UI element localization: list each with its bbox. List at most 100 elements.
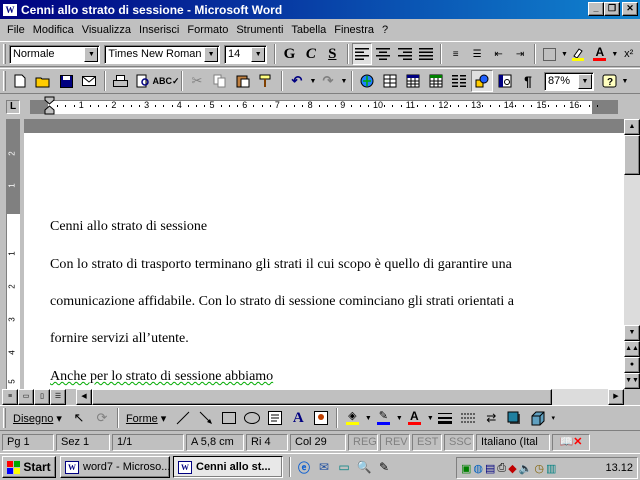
status-overtype[interactable]: SSC — [444, 433, 474, 451]
spellcheck-icon[interactable]: ABC✓ — [152, 70, 179, 92]
draw-menu-button[interactable]: Disegno ▾ — [9, 412, 66, 425]
notepad-icon[interactable]: ✎ — [374, 457, 394, 477]
text-box-icon[interactable] — [264, 407, 286, 429]
chevron-down-icon[interactable]: ▼ — [561, 51, 568, 58]
print-icon[interactable] — [109, 70, 131, 92]
horizontal-ruler[interactable]: L 1 2 3 4 5 6 7 8 9 10 11 12 13 14 15 16 — [0, 96, 640, 118]
font-color-draw-icon[interactable]: A — [403, 407, 425, 429]
tables-borders-icon[interactable] — [379, 70, 401, 92]
menu-file[interactable]: File — [4, 24, 28, 36]
cut-icon[interactable]: ✂ — [186, 70, 208, 92]
minimize-button[interactable]: _ — [588, 2, 604, 16]
justify-icon[interactable] — [416, 43, 436, 65]
new-document-icon[interactable] — [9, 70, 31, 92]
undo-icon[interactable]: ↶ — [286, 70, 308, 92]
3d-icon[interactable] — [526, 407, 548, 429]
online-layout-button[interactable]: ▭ — [18, 389, 34, 405]
normal-view-button[interactable]: ≡ — [2, 389, 18, 405]
font-size-select[interactable]: 14 ▼ — [224, 44, 268, 64]
paste-icon[interactable] — [232, 70, 254, 92]
chevron-down-icon[interactable]: ▼ — [204, 46, 219, 62]
previous-page-button[interactable]: ▲▲ — [624, 341, 640, 357]
dash-style-icon[interactable] — [457, 407, 479, 429]
monitor-icon[interactable]: ▤ — [485, 462, 495, 475]
copy-icon[interactable] — [209, 70, 231, 92]
show-formatting-icon[interactable]: ¶ — [517, 70, 539, 92]
shadow-icon[interactable] — [503, 407, 525, 429]
rectangle-icon[interactable] — [218, 407, 240, 429]
line-style-icon[interactable] — [434, 407, 456, 429]
taskbar-item-cenni[interactable]: W Cenni allo st... — [173, 456, 283, 478]
numbered-list-icon[interactable]: ≡ — [445, 43, 465, 65]
redo-icon[interactable]: ↷ — [317, 70, 339, 92]
status-track-changes[interactable]: REV — [380, 433, 410, 451]
superscript-icon[interactable]: x² — [619, 43, 639, 65]
word-app-icon[interactable]: W — [2, 2, 18, 17]
menu-finestra[interactable]: Finestra — [331, 24, 377, 36]
chevron-down-icon[interactable]: ▼ — [426, 415, 434, 422]
scroll-thumb[interactable] — [624, 135, 640, 175]
font-select[interactable]: Times New Roman ▼ — [104, 44, 221, 64]
drawing-icon[interactable] — [471, 70, 493, 92]
internet-explorer-icon[interactable]: ⓔ — [294, 457, 314, 477]
menu-tabella[interactable]: Tabella — [288, 24, 329, 36]
style-select[interactable]: Normale ▼ — [8, 44, 101, 64]
task-scheduler-icon[interactable]: ◷ — [534, 462, 544, 475]
format-painter-icon[interactable] — [255, 70, 277, 92]
browse-object-button[interactable]: ● — [624, 357, 640, 373]
chevron-down-icon[interactable]: ▼ — [251, 46, 266, 62]
chevron-down-icon[interactable]: ▾ — [549, 414, 557, 422]
chevron-down-icon[interactable]: ▼ — [578, 73, 592, 89]
scroll-down-button[interactable]: ▼ — [624, 325, 640, 341]
office-assistant-icon[interactable]: ? — [598, 70, 620, 92]
align-center-icon[interactable] — [373, 43, 393, 65]
menu-inserisci[interactable]: Inserisci — [136, 24, 182, 36]
toolbar-grip[interactable] — [3, 71, 6, 91]
scroll-right-button[interactable]: ▶ — [608, 389, 624, 405]
bold-button[interactable]: G — [279, 43, 299, 65]
insert-table-icon[interactable] — [402, 70, 424, 92]
borders-icon[interactable] — [539, 43, 559, 65]
find-icon[interactable]: 🔍 — [354, 457, 374, 477]
chevron-down-icon[interactable]: ▼ — [364, 415, 372, 422]
fill-color-icon[interactable]: ◈ — [341, 407, 363, 429]
vertical-scrollbar[interactable]: ▲ ▼ ▲▲ ● ▼▼ — [624, 119, 640, 389]
document-line-3[interactable]: fornire servizi all’utente. — [50, 331, 189, 347]
insert-excel-icon[interactable] — [425, 70, 447, 92]
indent-marker-icon[interactable] — [44, 96, 55, 118]
save-icon[interactable] — [55, 70, 77, 92]
arrow-icon[interactable] — [195, 407, 217, 429]
menu-help[interactable]: ? — [379, 24, 391, 36]
next-page-button[interactable]: ▼▼ — [624, 373, 640, 389]
arrow-style-icon[interactable]: ⇄ — [480, 407, 502, 429]
taskbar-item-word7[interactable]: W word7 - Microso... — [60, 456, 170, 478]
free-rotate-icon[interactable]: ⟳ — [91, 407, 113, 429]
chevron-down-icon[interactable]: ▼ — [611, 51, 618, 58]
bullet-list-icon[interactable]: ☰ — [467, 43, 487, 65]
page-layout-button[interactable]: ▯ — [34, 389, 50, 405]
title-bar[interactable]: W Cenni allo strato di sessione - Micros… — [0, 0, 640, 19]
align-right-icon[interactable] — [395, 43, 415, 65]
zoom-select[interactable]: 87% ▼ — [544, 71, 594, 91]
document-line-2[interactable]: comunicazione affidabile. Con lo strato … — [50, 294, 514, 310]
document-map-icon[interactable] — [494, 70, 516, 92]
close-button[interactable]: ✕ — [622, 2, 638, 16]
menu-modifica[interactable]: Modifica — [30, 24, 77, 36]
document-area[interactable]: Cenni allo strato di sessione Con lo str… — [24, 119, 624, 389]
desktop-icon[interactable]: ▭ — [334, 457, 354, 477]
document-heading[interactable]: Cenni allo strato di sessione — [50, 219, 207, 235]
network-icon[interactable]: ▣ — [461, 462, 471, 475]
globe-icon[interactable]: ◍ — [473, 462, 483, 475]
outlook-icon[interactable]: ✉ — [314, 457, 334, 477]
oval-icon[interactable] — [241, 407, 263, 429]
document-line-4[interactable]: Anche per lo strato di sessione abbiamo — [50, 369, 273, 385]
wordart-icon[interactable]: A — [287, 407, 309, 429]
chevron-down-icon[interactable]: ▼ — [309, 78, 317, 85]
clipart-icon[interactable] — [310, 407, 332, 429]
columns-icon[interactable] — [448, 70, 470, 92]
decrease-indent-icon[interactable]: ⇤ — [488, 43, 508, 65]
document-line-1[interactable]: Con lo strato di trasporto terminano gli… — [50, 257, 512, 273]
scroll-left-button[interactable]: ◀ — [76, 389, 92, 405]
autoshapes-menu-button[interactable]: Forme ▾ — [122, 412, 170, 425]
chevron-down-icon[interactable]: ▼ — [84, 46, 99, 62]
